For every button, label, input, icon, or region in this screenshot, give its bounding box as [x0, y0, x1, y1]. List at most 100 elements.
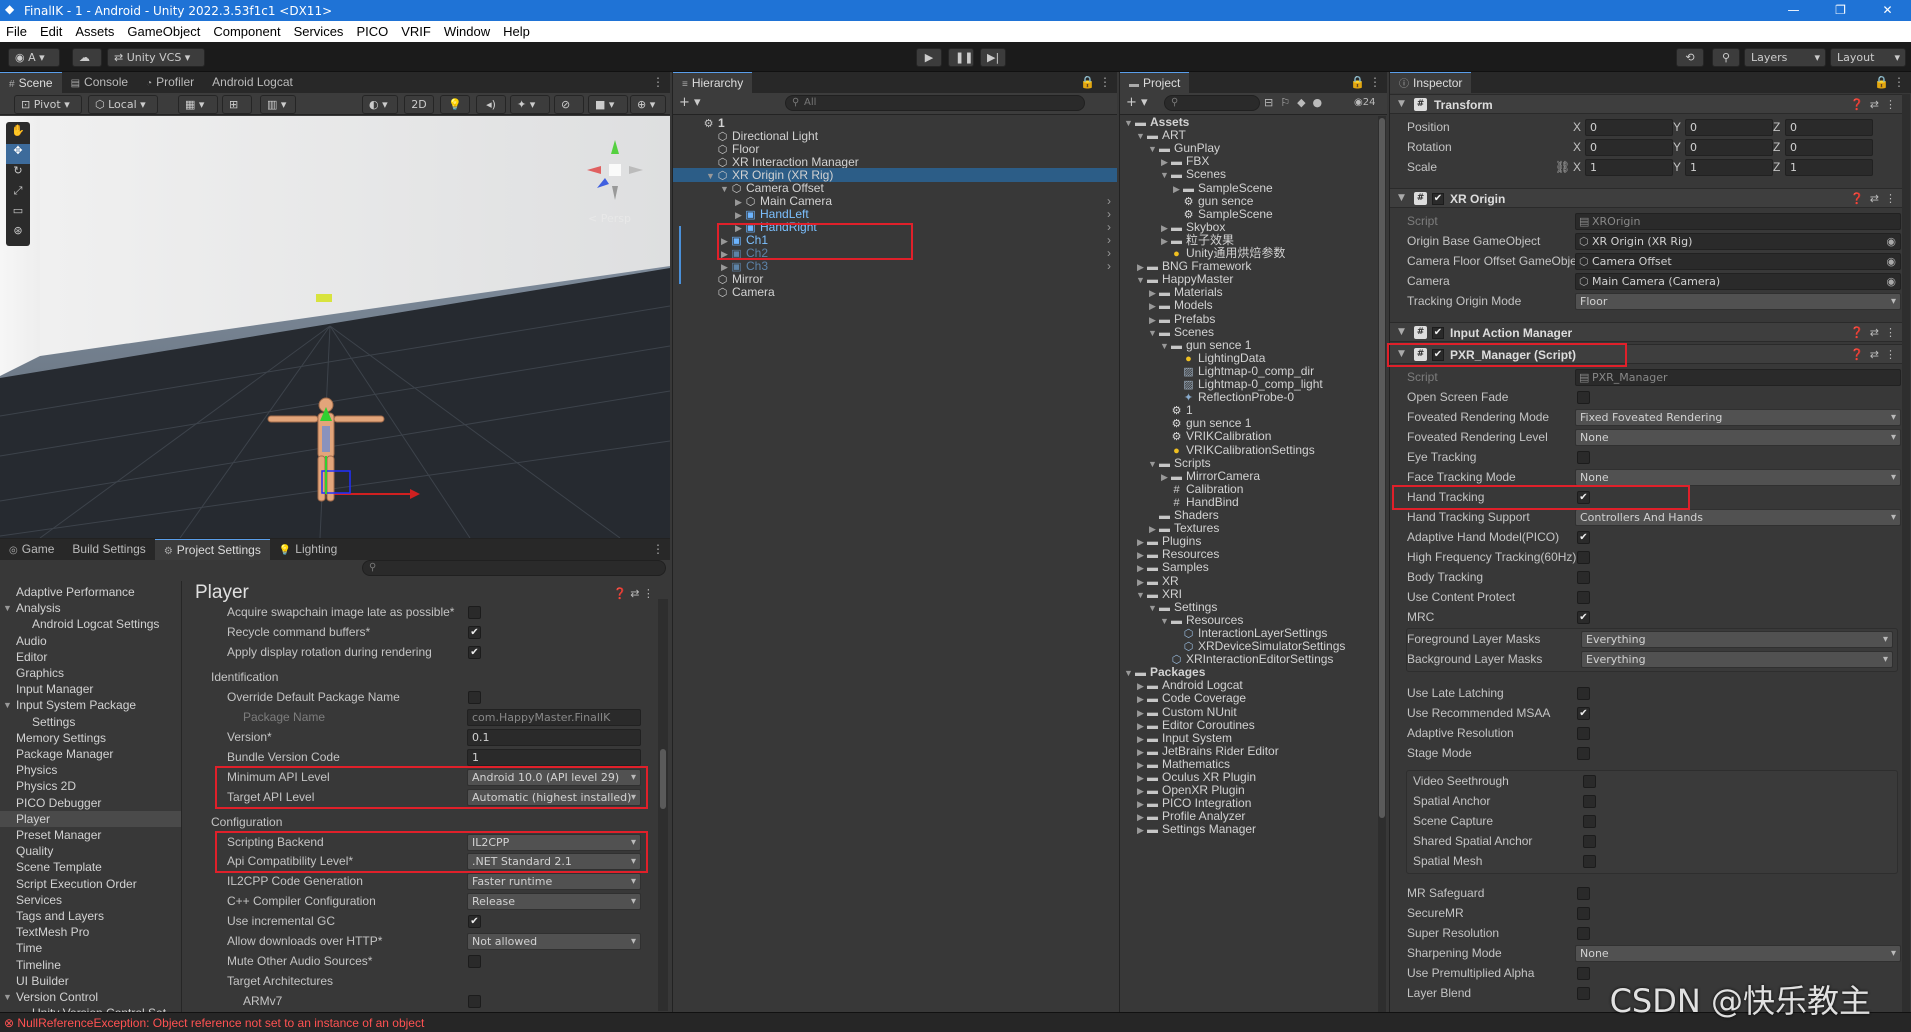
tab-console[interactable]: ▤ Console	[62, 72, 137, 93]
filter-icons[interactable]: ⊟⚐◆●	[1264, 96, 1329, 109]
pxr-setting-dropdown[interactable]: None	[1575, 469, 1901, 486]
pxr-setting-checkbox[interactable]	[1577, 391, 1590, 404]
settings-nav-item[interactable]: Player	[0, 810, 181, 827]
project-item[interactable]: ▬ Shaders	[1120, 508, 1377, 522]
settings-nav-item[interactable]: Memory Settings	[0, 730, 181, 746]
more-icon[interactable]: ⋮	[652, 75, 664, 89]
settings-nav-item[interactable]: Preset Manager	[0, 827, 181, 843]
menu-file[interactable]: File	[6, 24, 27, 39]
transform-z-field[interactable]: 1	[1785, 159, 1873, 176]
project-item[interactable]: ⬡ XRDeviceSimulatorSettings	[1120, 639, 1377, 653]
project-item[interactable]: ▼ ▬ gun sence 1	[1120, 338, 1377, 352]
pxr-setting-checkbox[interactable]	[1577, 887, 1590, 900]
unity-vcs-dropdown[interactable]: ⇄ Unity VCS ▾	[107, 48, 205, 67]
layer-mask-dropdown[interactable]: Everything	[1581, 631, 1893, 648]
history-button[interactable]: ⟲	[1676, 48, 1704, 67]
hierarchy-item[interactable]: ⬡ Mirror	[673, 272, 1117, 286]
project-item[interactable]: ▼ ▬ Scenes	[1120, 325, 1377, 339]
tab-scene[interactable]: # Scene	[0, 72, 62, 93]
display-rotation-checkbox[interactable]: ✔	[468, 646, 481, 659]
pxr-setting-checkbox[interactable]	[1577, 967, 1590, 980]
settings-nav-item[interactable]: Audio	[0, 633, 181, 649]
project-item[interactable]: ▼ ▬ Scenes	[1120, 167, 1377, 181]
project-item[interactable]: # Calibration	[1120, 482, 1377, 496]
hierarchy-item[interactable]: ⬡ Floor	[673, 142, 1117, 156]
settings-nav-item[interactable]: Editor	[0, 649, 181, 665]
settings-scrollbar[interactable]	[658, 599, 668, 1011]
mr-feature-checkbox[interactable]	[1583, 775, 1596, 788]
gizmos-dropdown[interactable]: ⊕ ▾	[630, 95, 666, 114]
cpp-config-dropdown[interactable]: Release	[467, 893, 641, 910]
xr-origin-object-field[interactable]: ⬡ Main Camera (Camera) ◉	[1575, 273, 1901, 290]
mute-audio-checkbox[interactable]	[468, 955, 481, 968]
menu-help[interactable]: Help	[503, 24, 530, 39]
pause-button[interactable]: ❚❚	[948, 48, 974, 67]
project-item[interactable]: ▼ ▬ XRI	[1120, 587, 1377, 601]
component-menu-icons[interactable]: ❓⇄⋮	[1850, 192, 1902, 205]
project-item[interactable]: ⚙ gun sence	[1120, 194, 1377, 208]
settings-nav-item[interactable]: Physics 2D	[0, 778, 181, 794]
project-item[interactable]: ▼ ▬ GunPlay	[1120, 141, 1377, 155]
hierarchy-item[interactable]: ▶ ▣ Ch1 ›	[673, 233, 1117, 247]
project-item[interactable]: ▶ ▬ PICO Integration	[1120, 796, 1377, 810]
hierarchy-item[interactable]: ▼ ⬡ Camera Offset	[673, 181, 1117, 195]
draw-mode-dropdown[interactable]: ◐ ▾	[362, 95, 398, 114]
settings-nav-item[interactable]: PICO Debugger	[0, 795, 181, 811]
enabled-checkbox[interactable]: ✔	[1432, 349, 1444, 361]
audio-toggle[interactable]: ◂)	[476, 95, 506, 114]
tab-inspector[interactable]: ⓘ Inspector	[1390, 72, 1472, 93]
tab-game[interactable]: ◎ Game	[0, 539, 63, 560]
project-item[interactable]: ▶ ▬ Code Coverage	[1120, 691, 1377, 705]
project-item[interactable]: ▶ ▬ Custom NUnit	[1120, 705, 1377, 719]
settings-nav-item[interactable]: Services	[0, 892, 181, 908]
project-item[interactable]: ▶ ▬ Mathematics	[1120, 757, 1377, 771]
menu-edit[interactable]: Edit	[40, 24, 62, 39]
constrain-proportions-icon[interactable]: ⛓	[1555, 160, 1570, 174]
sharpening-mode-dropdown[interactable]: None	[1575, 945, 1901, 962]
chevron-right-icon[interactable]: ›	[1107, 194, 1111, 208]
menu-window[interactable]: Window	[444, 24, 490, 39]
project-item[interactable]: ⬡ InteractionLayerSettings	[1120, 626, 1377, 640]
target-api-dropdown[interactable]: Automatic (highest installed)	[467, 789, 641, 806]
error-message[interactable]: ⊗ NullReferenceException: Object referen…	[4, 1016, 424, 1030]
project-item[interactable]: ▶ ▬ XR	[1120, 574, 1377, 588]
scripting-backend-dropdown[interactable]: IL2CPP	[467, 834, 641, 851]
api-compat-dropdown[interactable]: .NET Standard 2.1	[467, 853, 641, 870]
project-item[interactable]: ✦ ReflectionProbe-0	[1120, 390, 1377, 404]
settings-nav-item[interactable]: Unity Version Control Set	[0, 1005, 181, 1012]
project-item[interactable]: ● LightingData	[1120, 351, 1377, 365]
hierarchy-item[interactable]: ⬡ XR Interaction Manager	[673, 155, 1117, 169]
project-item[interactable]: ▼ ▬ ART	[1120, 128, 1377, 142]
component-menu-icons[interactable]: ❓⇄⋮	[1850, 98, 1902, 111]
project-item[interactable]: ▶ ▬ Settings Manager	[1120, 822, 1377, 836]
tab-android-logcat[interactable]: Android Logcat	[203, 72, 302, 93]
settings-nav-item[interactable]: ▼ Input System Package	[0, 697, 181, 713]
hierarchy-search[interactable]: ⚲ All	[785, 95, 1085, 111]
project-item[interactable]: ▶ ▬ Resources	[1120, 547, 1377, 561]
recycle-checkbox[interactable]: ✔	[468, 626, 481, 639]
settings-nav-item[interactable]: Package Manager	[0, 746, 181, 762]
project-scrollbar[interactable]	[1378, 116, 1386, 1012]
pxr-setting-checkbox[interactable]	[1577, 747, 1590, 760]
create-button[interactable]: + ▾	[1126, 95, 1148, 110]
grid-snap-dropdown[interactable]: ▦ ▾	[178, 95, 218, 114]
pivot-dropdown[interactable]: ⊡ Pivot ▾	[14, 95, 82, 114]
scene-viewport[interactable]: < Persp ✋ ✥ ↻ ⤢ ▭ ⊛	[0, 116, 670, 538]
incremental-gc-checkbox[interactable]: ✔	[468, 915, 481, 928]
settings-search[interactable]: ⚲	[362, 560, 666, 576]
scale-tool-icon[interactable]: ⤢	[6, 184, 30, 204]
play-button[interactable]: ▶	[916, 48, 942, 67]
swapchain-checkbox[interactable]	[468, 606, 481, 619]
transform-y-field[interactable]: 1	[1685, 159, 1773, 176]
project-item[interactable]: ⚙ VRIKCalibration	[1120, 429, 1377, 443]
project-item[interactable]: ▶ ▬ Profile Analyzer	[1120, 809, 1377, 823]
hierarchy-item[interactable]: ⬡ Directional Light	[673, 129, 1117, 143]
project-item[interactable]: ▶ ▬ BNG Framework	[1120, 259, 1377, 273]
chevron-right-icon[interactable]: ›	[1107, 233, 1111, 247]
settings-nav-item[interactable]: Settings	[0, 714, 181, 730]
transform-z-field[interactable]: 0	[1785, 139, 1873, 156]
pxr-setting-checkbox[interactable]	[1577, 451, 1590, 464]
project-item[interactable]: ▶ ▬ Textures	[1120, 521, 1377, 535]
settings-nav-item[interactable]: Input Manager	[0, 681, 181, 697]
increment-snap-button[interactable]: ▥ ▾	[260, 95, 296, 114]
